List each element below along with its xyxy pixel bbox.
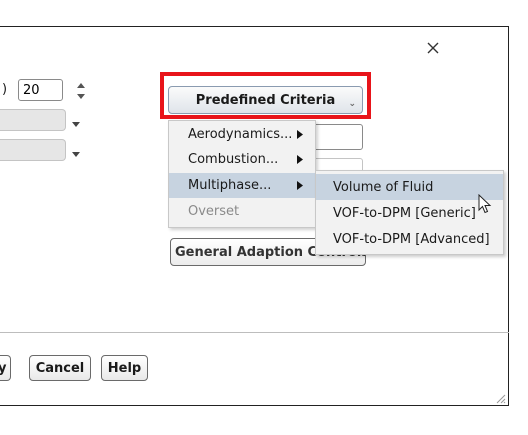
menu-item-label: Overset bbox=[188, 204, 240, 219]
chevron-down-icon: ⌄ bbox=[348, 99, 356, 109]
apply-button-label: y bbox=[0, 361, 6, 376]
apply-button-partial[interactable]: y bbox=[0, 355, 11, 381]
menu-item-label: Combustion... bbox=[188, 152, 279, 167]
multiphase-submenu: Volume of Fluid VOF-to-DPM [Generic] VOF… bbox=[315, 170, 504, 255]
cancel-button-label: Cancel bbox=[35, 360, 85, 376]
predefined-criteria-label: Predefined Criteria bbox=[195, 92, 336, 108]
submenu-item-volume-of-fluid[interactable]: Volume of Fluid bbox=[316, 174, 503, 200]
footer-divider bbox=[0, 332, 509, 333]
menu-item-label: Multiphase... bbox=[188, 178, 272, 193]
dropdown-field-2[interactable] bbox=[0, 139, 66, 161]
submenu-item-vof-to-dpm-generic[interactable]: VOF-to-DPM [Generic] bbox=[316, 200, 503, 226]
menu-item-multiphase[interactable]: Multiphase... bbox=[169, 173, 315, 198]
dropdown-field-1[interactable] bbox=[0, 109, 66, 131]
submenu-item-label: VOF-to-DPM [Generic] bbox=[333, 205, 476, 221]
submenu-arrow-icon bbox=[297, 130, 303, 139]
predefined-criteria-menu: Aerodynamics... Combustion... Multiphase… bbox=[168, 120, 316, 228]
number-field-label: ) bbox=[2, 82, 8, 97]
chevron-down-icon[interactable] bbox=[72, 147, 80, 157]
resize-grip-icon[interactable] bbox=[494, 392, 506, 404]
chevron-down-icon[interactable] bbox=[72, 117, 80, 127]
submenu-item-label: Volume of Fluid bbox=[333, 179, 434, 195]
number-spinner-input[interactable] bbox=[18, 79, 63, 101]
submenu-arrow-icon bbox=[297, 155, 303, 164]
menu-item-overset[interactable]: Overset bbox=[169, 199, 315, 224]
mouse-cursor-icon bbox=[478, 194, 492, 214]
help-button[interactable]: Help bbox=[101, 355, 148, 381]
menu-item-label: Aerodynamics... bbox=[188, 127, 293, 142]
submenu-arrow-icon bbox=[297, 181, 303, 190]
cancel-button[interactable]: Cancel bbox=[29, 355, 91, 381]
close-icon[interactable] bbox=[426, 41, 440, 55]
help-button-label: Help bbox=[107, 360, 142, 376]
submenu-item-label: VOF-to-DPM [Advanced] bbox=[333, 231, 490, 247]
menu-item-combustion[interactable]: Combustion... bbox=[169, 147, 315, 172]
predefined-criteria-button[interactable]: Predefined Criteria ⌄ bbox=[168, 86, 363, 114]
menu-item-aerodynamics[interactable]: Aerodynamics... bbox=[169, 122, 315, 147]
spinner-arrows-icon[interactable] bbox=[76, 80, 86, 102]
hidden-dropdown[interactable] bbox=[310, 124, 363, 150]
submenu-item-vof-to-dpm-advanced[interactable]: VOF-to-DPM [Advanced] bbox=[316, 226, 503, 252]
